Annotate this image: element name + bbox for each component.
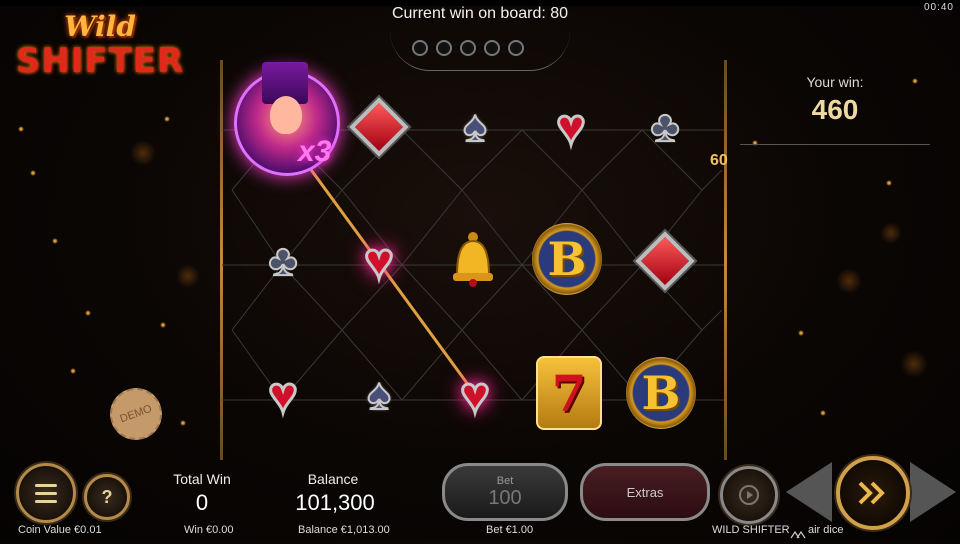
heart-symbol-winning: ♥ [440,360,510,430]
bokeh [880,222,902,244]
sparkle [18,126,24,132]
sparkle [180,420,186,426]
seven-icon: 7 [536,356,602,430]
sparkle [70,368,76,374]
your-win-label: Your win: [806,74,864,90]
balance-label: Balance [307,471,359,487]
indicator-dot [484,40,500,56]
bokeh [176,264,200,288]
line-payout-label: 60 [710,152,728,169]
heart-symbol: ♥ [248,360,318,430]
heart-icon: ♥ [267,367,300,423]
fast-forward-icon [858,481,885,505]
heart-icon: ♥ [363,233,396,289]
total-win-value: 0 [195,490,209,515]
your-win-value: 460 [811,94,859,125]
spin-button[interactable] [836,456,910,530]
bell-symbol [438,224,508,294]
extras-label: Extras [626,484,664,500]
sparkle [820,410,826,416]
demo-stamp: DEMO [102,380,170,448]
bet-currency: Bet €1.00 [486,524,534,536]
sparkle [30,170,36,176]
total-win-label: Total Win [173,471,231,487]
bonus-coin-icon: B [626,357,696,429]
indicator-dot [508,40,524,56]
arrow-right-decoration [910,462,956,522]
help-button[interactable]: ? [84,474,130,520]
club-symbol: ♣ [248,226,318,296]
sparkle [164,116,170,122]
bokeh [130,140,156,166]
diamond-symbol [344,92,414,162]
wild-face-icon [270,96,302,134]
autoplay-button[interactable] [720,466,778,524]
bonus-b-symbol: B [532,223,602,295]
bonus-coin-icon: B [532,223,602,295]
bokeh [900,350,928,378]
sparkle [886,180,892,186]
page-indicator [412,40,524,56]
autoplay-icon [739,485,759,505]
heart-symbol: ♥ [536,92,606,162]
club-icon: ♣ [268,236,299,285]
club-icon: ♣ [650,102,681,151]
sparkle [160,322,166,328]
provider-name: air dice [808,524,844,536]
heart-icon: ♥ [555,99,588,155]
diamond-icon [635,231,695,291]
heart-symbol-winning: ♥ [344,226,414,296]
sparkle [798,330,804,336]
win-currency: Win €0.00 [184,524,234,536]
indicator-dot [436,40,452,56]
heart-icon: ♥ [459,367,492,423]
menu-button[interactable] [16,463,76,523]
seven-symbol: 7 [534,356,604,430]
game-name: WILD SHIFTER [712,524,790,536]
bonus-b-symbol: B [626,357,696,429]
diamond-symbol [630,226,700,296]
arrow-left-decoration [786,462,832,522]
spade-symbol: ♠ [344,360,414,430]
extras-button[interactable]: Extras [580,463,710,521]
your-win-panel: Your win: 460 [740,62,930,145]
club-symbol: ♣ [630,92,700,162]
bell-icon [453,232,493,287]
sparkle [85,310,91,316]
logo-wild-text: Wild [64,10,136,43]
bokeh [836,268,862,294]
coin-value: Coin Value €0.01 [18,524,102,536]
spade-icon: ♠ [366,370,391,419]
indicator-dot [412,40,428,56]
sparkle [52,238,58,244]
spade-symbol: ♠ [440,92,510,162]
bet-value: 100 [488,486,522,509]
hamburger-icon [35,483,57,503]
logo-shifter-text: SHIFTER [15,41,185,81]
balance-value: 101,300 [295,490,375,515]
spade-icon: ♠ [462,102,487,151]
provider-icon [790,526,806,544]
question-icon: ? [101,486,113,507]
board-frame-right [724,60,727,460]
wild-multiplier: x3 [298,135,332,168]
balance-currency: Balance €1,013.00 [298,524,390,536]
indicator-dot [460,40,476,56]
bet-selector[interactable]: Bet 100 [442,463,568,521]
diamond-icon [349,97,409,157]
game-logo: Wild SHIFTER [10,12,190,92]
bet-label: Bet [496,474,514,487]
